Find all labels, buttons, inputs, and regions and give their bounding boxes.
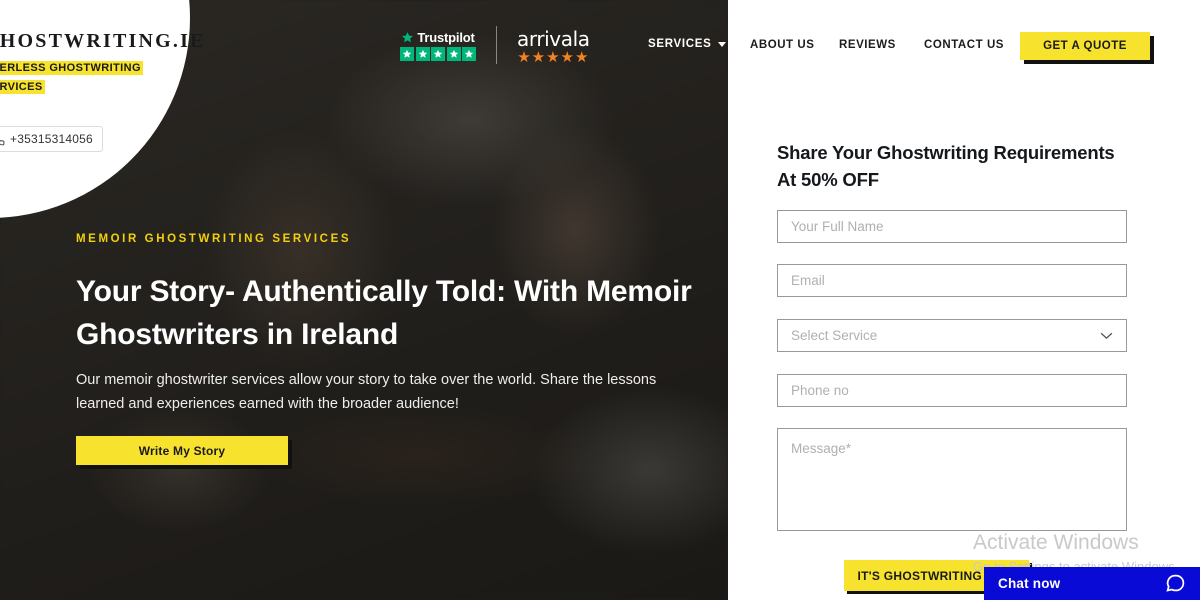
page-root: GHOSTWRITING.IE PEERLESS GHOSTWRITING SE…: [0, 0, 1200, 600]
star-icon: [400, 46, 414, 61]
chat-now-label: Chat now: [998, 576, 1061, 591]
nav-item-about-us[interactable]: ABOUT US: [750, 39, 814, 51]
form-title: Share Your Ghostwriting Requirements At …: [777, 142, 1115, 190]
trustpilot-title-row: Trustpilot: [401, 29, 475, 45]
nav-item-reviews[interactable]: REVIEWS: [839, 39, 896, 51]
full-name-input[interactable]: [777, 210, 1127, 243]
logo-tagline: PEERLESS GHOSTWRITING SERVICES: [0, 61, 143, 94]
chat-bubble-icon: [1166, 574, 1185, 592]
hero-paragraph: Our memoir ghostwriter services allow yo…: [76, 372, 657, 412]
trustpilot-label: Trustpilot: [417, 29, 475, 45]
logo-tagline-wrap: PEERLESS GHOSTWRITING SERVICES: [0, 58, 192, 96]
arrivala-star-rating: ★★★★★: [517, 48, 590, 66]
review-badges: Trustpilot arrivala ★★★★★: [400, 26, 590, 66]
nav-item-services[interactable]: SERVICES: [648, 38, 726, 50]
chevron-down-icon: [1100, 332, 1113, 339]
logo-title: GHOSTWRITING.IE: [0, 30, 206, 52]
phone-badge[interactable]: +35315314056: [0, 126, 103, 152]
get-a-quote-button[interactable]: GET A QUOTE: [1020, 32, 1150, 60]
chat-now-widget[interactable]: Chat now: [984, 567, 1200, 600]
message-textarea[interactable]: [777, 428, 1127, 531]
arrivala-badge[interactable]: arrivala ★★★★★: [517, 26, 590, 66]
trustpilot-star-rating: [400, 46, 476, 61]
trustpilot-badge[interactable]: Trustpilot: [400, 30, 476, 61]
select-service-dropdown[interactable]: Select Service: [777, 319, 1127, 352]
hero-section: GHOSTWRITING.IE PEERLESS GHOSTWRITING SE…: [0, 0, 728, 600]
write-my-story-button[interactable]: Write My Story: [76, 436, 288, 465]
star-icon: [462, 46, 476, 61]
hero-eyebrow: MEMOIR GHOSTWRITING SERVICES: [76, 233, 352, 245]
chevron-down-icon: [717, 41, 726, 47]
phone-input[interactable]: [777, 374, 1127, 407]
phone-icon: [0, 139, 5, 145]
email-input[interactable]: [777, 264, 1127, 297]
trustpilot-star-icon: [402, 31, 414, 42]
site-logo[interactable]: GHOSTWRITING.IE PEERLESS GHOSTWRITING SE…: [0, 30, 206, 96]
right-panel: ABOUT US REVIEWS CONTACT US GET A QUOTE …: [728, 0, 1200, 600]
hero-headline: Your Story- Authentically Told: With Mem…: [76, 275, 692, 351]
nav-services-label: SERVICES: [648, 38, 712, 50]
badge-divider: [496, 26, 497, 64]
select-service-value: Select Service: [791, 328, 878, 343]
star-icon: [415, 46, 430, 61]
phone-number: +35315314056: [10, 132, 93, 146]
nav-item-contact-us[interactable]: CONTACT US: [924, 39, 1004, 51]
star-icon: [446, 46, 461, 61]
arrivala-label: arrivala: [517, 26, 590, 51]
star-icon: [431, 46, 445, 61]
